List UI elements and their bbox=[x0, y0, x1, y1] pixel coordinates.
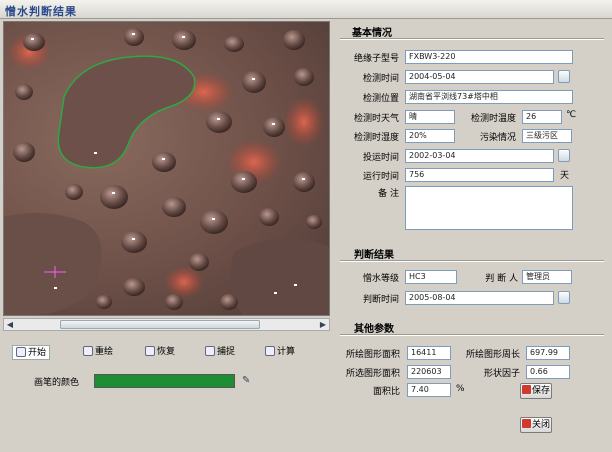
redraw-label: 重绘 bbox=[95, 347, 114, 357]
judge-time-field[interactable]: 2005-08-04 bbox=[405, 291, 554, 305]
judge-time-label: 判断时间 bbox=[362, 295, 399, 305]
shape-factor-label: 形状因子 bbox=[483, 369, 520, 379]
restore-label: 恢复 bbox=[157, 347, 176, 357]
weather-label: 检测时天气 bbox=[353, 114, 399, 124]
pen-color-label: 画笔的颜色 bbox=[34, 378, 80, 388]
scroll-right-icon[interactable]: ▶ bbox=[317, 319, 329, 330]
model-field[interactable]: FXBW3-220 bbox=[405, 50, 573, 64]
judge-person-label: 判 断 人 bbox=[485, 274, 518, 284]
window-title: 憎水判断结果 bbox=[5, 5, 77, 18]
capture-icon bbox=[205, 346, 215, 356]
tool-bar: 开始 重绘 恢复 捕捉 计算 bbox=[8, 345, 330, 361]
redraw-button[interactable]: 重绘 bbox=[80, 345, 116, 360]
scroll-left-icon[interactable]: ◀ bbox=[4, 319, 16, 330]
start-label: 开始 bbox=[28, 348, 47, 358]
restore-button[interactable]: 恢复 bbox=[142, 345, 178, 360]
basic-divider bbox=[340, 38, 604, 40]
area-ratio-label: 面积比 bbox=[372, 387, 400, 397]
close-icon bbox=[521, 419, 531, 428]
commission-label: 投运时间 bbox=[362, 153, 399, 163]
close-label: 关闭 bbox=[531, 420, 550, 430]
location-field[interactable]: 湖南省平浏线73#塔中相 bbox=[405, 90, 573, 104]
compute-button[interactable]: 计算 bbox=[262, 345, 298, 360]
detect-date-calendar-icon[interactable] bbox=[558, 70, 570, 83]
temperature-unit: ℃ bbox=[566, 110, 577, 120]
hydrophobic-level-field[interactable]: HC3 bbox=[405, 270, 457, 284]
shape-factor-field[interactable]: 0.66 bbox=[526, 365, 570, 379]
droplet-image-pane[interactable] bbox=[3, 21, 330, 316]
save-button[interactable]: 保存 bbox=[520, 383, 552, 399]
humidity-field[interactable]: 20% bbox=[405, 129, 455, 143]
save-label: 保存 bbox=[531, 386, 550, 396]
other-params-heading: 其他参数 bbox=[354, 324, 394, 335]
judge-person-field[interactable]: 管理员 bbox=[522, 270, 572, 284]
start-button[interactable]: 开始 bbox=[12, 345, 51, 360]
runtime-field[interactable]: 756 bbox=[405, 168, 554, 182]
weather-field[interactable]: 晴 bbox=[405, 110, 455, 124]
commission-calendar-icon[interactable] bbox=[558, 149, 570, 162]
droplet-image[interactable] bbox=[4, 22, 330, 316]
drawn-area-label: 所绘图形面积 bbox=[345, 350, 400, 360]
pen-color-swatch[interactable] bbox=[94, 374, 235, 388]
remark-label: 备 注 bbox=[378, 189, 399, 199]
humidity-label: 检测时湿度 bbox=[353, 133, 399, 143]
title-bar: 憎水判断结果 bbox=[0, 0, 612, 19]
compute-label: 计算 bbox=[277, 347, 296, 357]
judge-divider bbox=[340, 260, 604, 262]
other-divider bbox=[340, 334, 604, 336]
temperature-label: 检测时温度 bbox=[470, 114, 516, 124]
drawn-perimeter-label: 所绘图形周长 bbox=[465, 350, 520, 360]
color-picker-icon[interactable]: ✎ bbox=[242, 375, 250, 386]
detect-date-field[interactable]: 2004-05-04 bbox=[405, 70, 554, 84]
model-label: 绝缘子型号 bbox=[353, 54, 399, 64]
runtime-unit: 天 bbox=[560, 171, 570, 181]
play-icon bbox=[16, 347, 26, 357]
pencil-icon bbox=[83, 346, 93, 356]
temperature-field[interactable]: 26 bbox=[522, 110, 562, 124]
hydrophobic-level-label: 憎水等级 bbox=[362, 274, 399, 284]
capture-label: 捕捉 bbox=[217, 347, 236, 357]
detect-date-label: 检测时间 bbox=[362, 74, 399, 84]
pollution-select[interactable]: 三级污区 bbox=[522, 129, 572, 143]
drawn-area-field[interactable]: 16411 bbox=[407, 346, 451, 360]
selected-area-label: 所选图形面积 bbox=[345, 369, 400, 379]
close-button[interactable]: 关闭 bbox=[520, 417, 552, 433]
scroll-thumb[interactable] bbox=[60, 320, 260, 329]
calculator-icon bbox=[265, 346, 275, 356]
image-horizontal-scrollbar[interactable]: ◀ ▶ bbox=[3, 318, 330, 331]
runtime-label: 运行时间 bbox=[362, 172, 399, 182]
location-label: 检测位置 bbox=[362, 94, 399, 104]
area-ratio-field[interactable]: 7.40 bbox=[407, 383, 451, 397]
area-ratio-unit: % bbox=[456, 384, 465, 394]
save-icon bbox=[521, 385, 531, 394]
undo-icon bbox=[145, 346, 155, 356]
basic-info-heading: 基本情况 bbox=[352, 28, 392, 39]
capture-button[interactable]: 捕捉 bbox=[202, 345, 238, 360]
remark-field[interactable] bbox=[405, 186, 573, 230]
commission-date-field[interactable]: 2002-03-04 bbox=[405, 149, 554, 163]
selected-area-field[interactable]: 220603 bbox=[407, 365, 451, 379]
drawn-perimeter-field[interactable]: 697.99 bbox=[526, 346, 570, 360]
pollution-label: 污染情况 bbox=[479, 133, 516, 143]
judge-time-calendar-icon[interactable] bbox=[558, 291, 570, 304]
judge-result-heading: 判断结果 bbox=[354, 250, 394, 261]
